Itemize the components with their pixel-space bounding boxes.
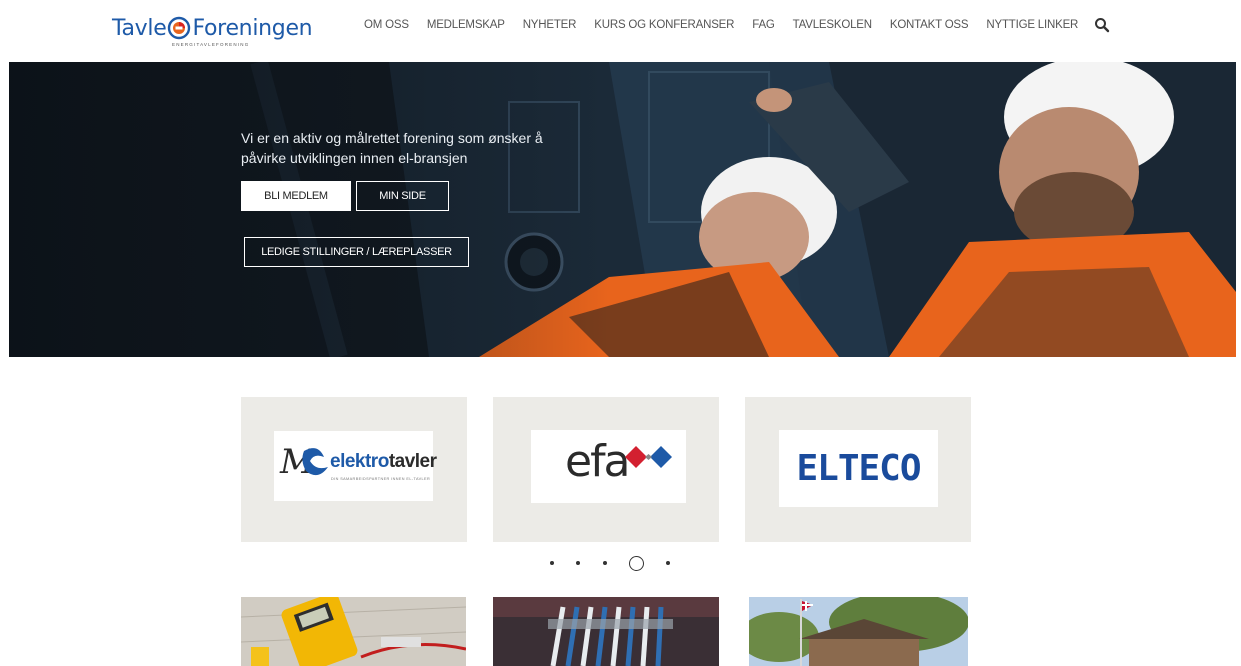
site-logo[interactable]: Tavle Foreningen ENERGITAVLEFORENING: [112, 8, 313, 48]
logo-text-part2: Foreningen: [192, 15, 313, 41]
carousel-dot-1[interactable]: [550, 561, 554, 565]
hero-banner: Vi er en aktiv og målrettet forening som…: [9, 62, 1236, 357]
search-icon[interactable]: [1094, 17, 1110, 33]
nav-item-medlemskap[interactable]: MEDLEMSKAP: [427, 19, 505, 31]
nav-item-om-oss[interactable]: OM OSS: [364, 19, 409, 31]
building-image: [749, 597, 968, 666]
nav-item-tavleskolen[interactable]: TAVLESKOLEN: [793, 19, 872, 31]
multimeter-image: [241, 597, 466, 666]
logo-text-part1: Tavle: [112, 15, 167, 41]
logo-tagline: ENERGITAVLEFORENING: [172, 42, 250, 47]
nav-item-fag[interactable]: FAG: [752, 19, 775, 31]
elteco-brand-text: ELTECO: [796, 448, 921, 489]
carousel-dot-4-active[interactable]: [628, 555, 644, 571]
mcs-brand-text: elektrotavler: [330, 451, 437, 472]
nav-item-kurs[interactable]: KURS OG KONFERANSER: [594, 19, 734, 31]
site-header: Tavle Foreningen ENERGITAVLEFORENING OM …: [0, 0, 1241, 62]
cables-photo[interactable]: [493, 597, 719, 666]
carousel-dot-2[interactable]: [576, 561, 581, 565]
carousel-pagination: [550, 553, 670, 573]
join-button[interactable]: BLI MEDLEM: [241, 181, 351, 211]
cables-image: [493, 597, 719, 666]
main-nav: OM OSS MEDLEMSKAP NYHETER KURS OG KONFER…: [364, 17, 1110, 33]
efa-logo: efa: [531, 430, 686, 503]
mcs-elektrotavler-logo: M elektrotavler DIN SAMARBEIDSPARTNER IN…: [274, 431, 437, 501]
efa-diamonds-icon: [625, 446, 672, 468]
hero-photo-workers: [9, 62, 1236, 357]
efa-brand-text: efa: [565, 436, 631, 487]
partner-card-mcs[interactable]: M elektrotavler DIN SAMARBEIDSPARTNER IN…: [241, 397, 467, 542]
carousel-dot-3[interactable]: [602, 561, 607, 565]
elteco-logo: ELTECO: [779, 430, 938, 507]
logo-ring-icon: [168, 16, 191, 40]
hero-tagline: Vi er en aktiv og målrettet forening som…: [241, 130, 543, 166]
nav-item-nyheter[interactable]: NYHETER: [523, 19, 577, 31]
mcs-tagline: DIN SAMARBEIDSPARTNER INNEN EL-TAVLER: [331, 477, 431, 481]
carousel-dot-5[interactable]: [666, 561, 670, 565]
building-photo[interactable]: [749, 597, 968, 666]
partner-card-efa[interactable]: efa: [493, 397, 719, 542]
nav-item-nyttige-linker[interactable]: NYTTIGE LINKER: [986, 19, 1078, 31]
multimeter-photo[interactable]: [241, 597, 466, 666]
partner-card-elteco[interactable]: ELTECO: [745, 397, 971, 542]
jobs-button[interactable]: LEDIGE STILLINGER / LÆREPLASSER: [244, 237, 469, 267]
my-page-button[interactable]: MIN SIDE: [356, 181, 449, 211]
nav-item-kontakt[interactable]: KONTAKT OSS: [890, 19, 969, 31]
